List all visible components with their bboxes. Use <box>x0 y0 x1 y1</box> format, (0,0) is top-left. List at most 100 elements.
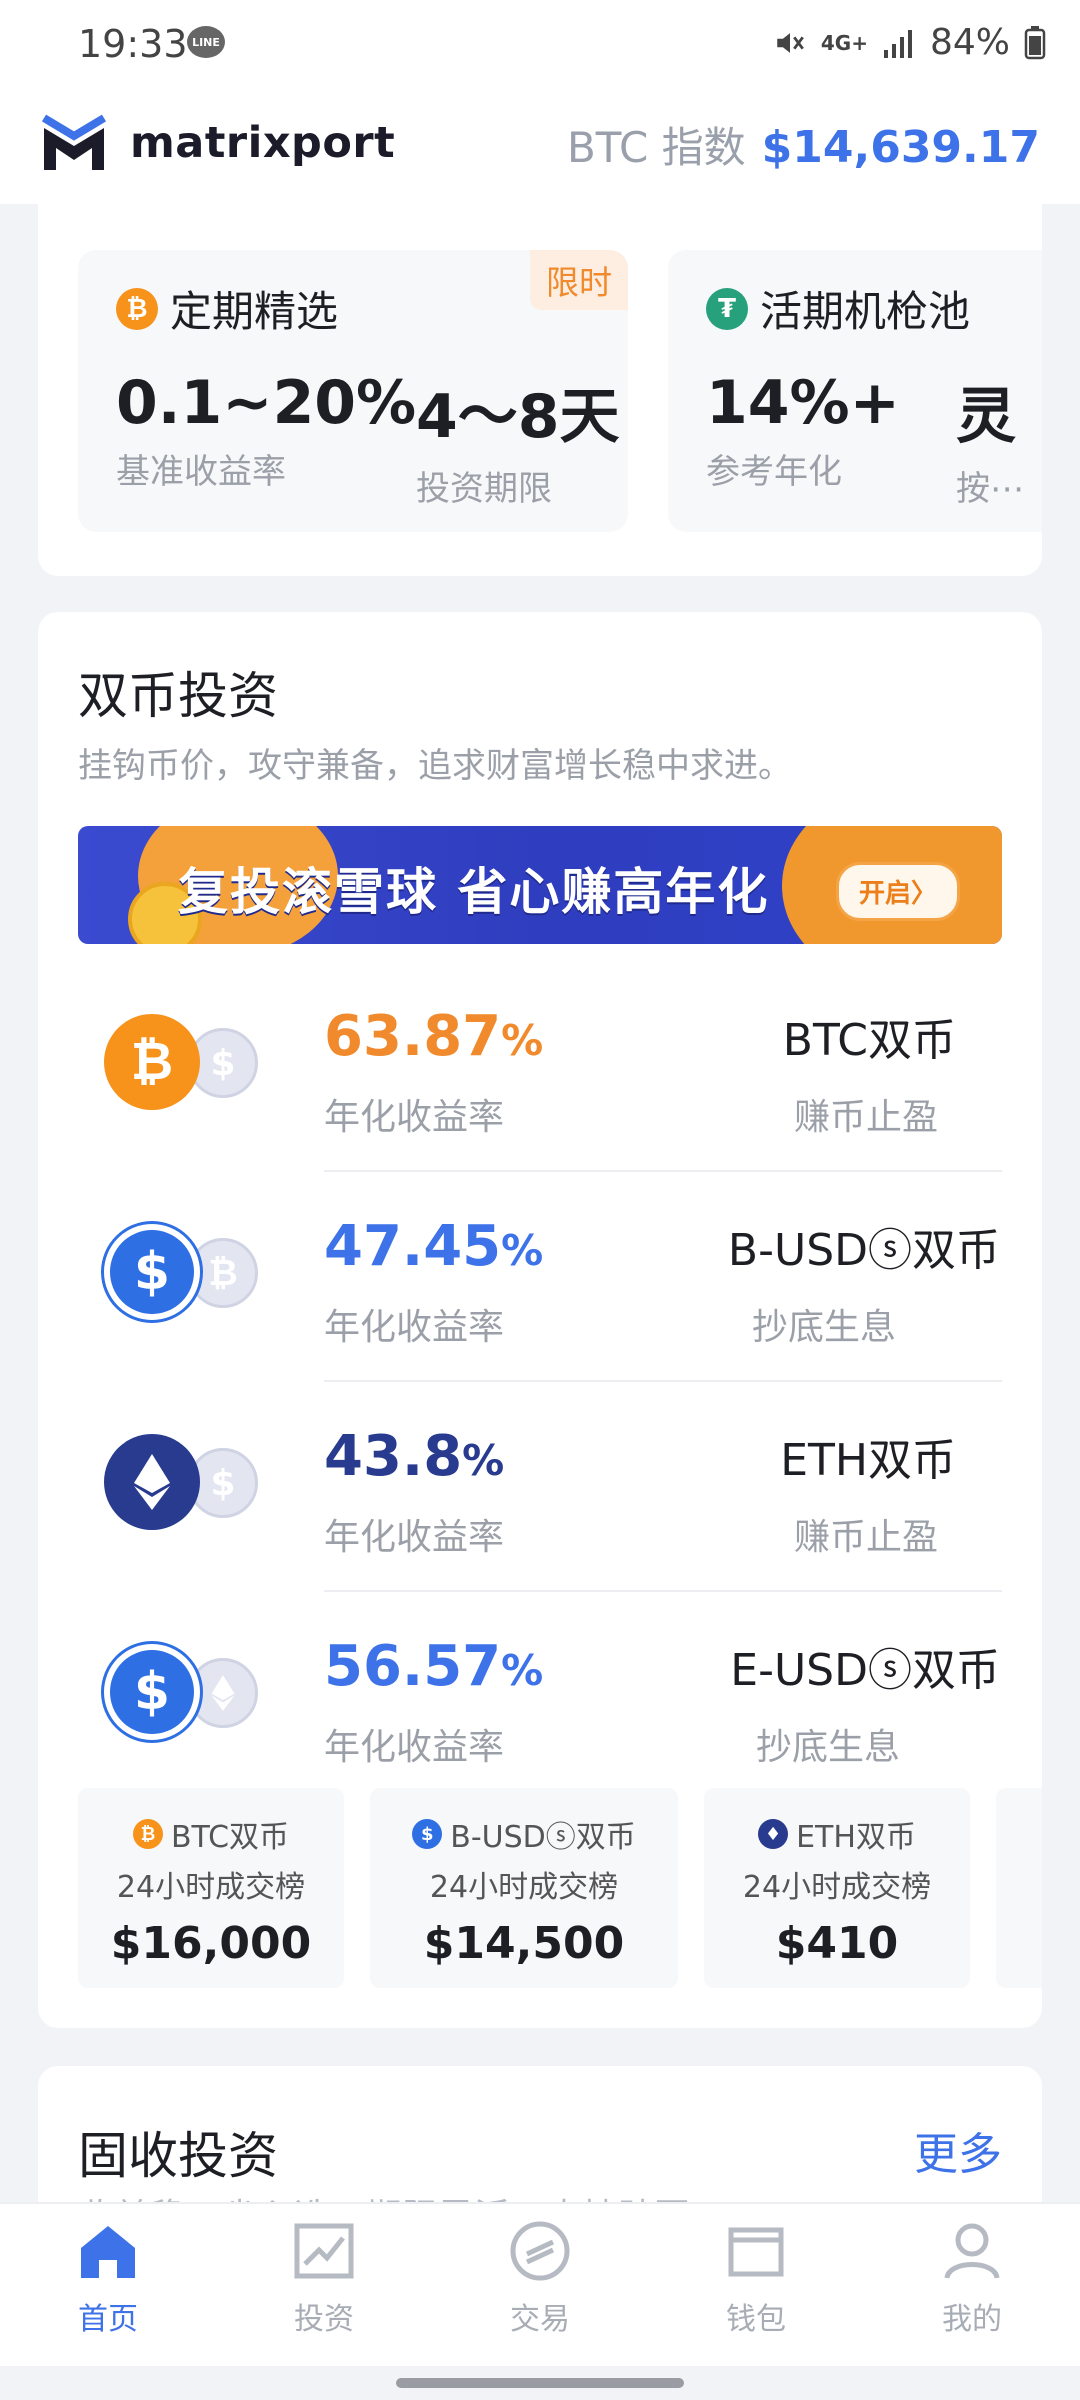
rank-card-b-usd[interactable]: $ B-USDⓢ双币 24小时成交榜 $14,500 <box>370 1788 678 1988</box>
product-stat-term: 4～8天 投资期限 <box>416 368 620 510</box>
btc-index[interactable]: BTC 指数 $14,639.17 <box>567 114 1040 175</box>
matrixport-logo-icon[interactable] <box>38 114 110 180</box>
nav-label: 我的 <box>942 2302 1002 2337</box>
gesture-bar <box>0 2366 1080 2400</box>
stat-value: 0.1~20% <box>116 368 417 438</box>
status-bar: 19:33 LINE 4G+ 84% <box>0 0 1080 92</box>
rank-value: $16,000 <box>110 1918 312 1969</box>
stat-label: 参考年化 <box>706 452 842 492</box>
tether-icon: ₮ <box>706 287 748 330</box>
coin-pair-icons: ₿ $ <box>104 1224 264 1324</box>
nav-label: 交易 <box>510 2302 570 2337</box>
product-name: B-USDⓢ双币 <box>727 1225 1000 1276</box>
annual-rate: 43.8% <box>324 1424 505 1489</box>
banner-open-button[interactable]: 开启〉 <box>836 862 961 921</box>
annual-rate: 47.45% <box>324 1214 544 1279</box>
rank-card-eth[interactable]: ♦ ETH双币 24小时成交榜 $410 <box>704 1788 970 1988</box>
section-title: 双币投资 <box>78 667 278 725</box>
nav-trade[interactable]: 交易 <box>432 2204 648 2366</box>
annual-rate-label: 年化收益率 <box>324 1307 505 1348</box>
bitcoin-icon: ₿ <box>104 1014 200 1110</box>
annual-rate-label: 年化收益率 <box>324 1517 505 1558</box>
trading-rank-carousel[interactable]: ₿ BTC双币 24小时成交榜 $16,000 $ B-USDⓢ双币 24小时成交榜… <box>78 1788 1042 1988</box>
rank-card-partial[interactable] <box>996 1788 1042 1988</box>
brand-name: matrixport <box>130 118 396 168</box>
featured-products-card: 限时 ₿ 定期精选 0.1~20% 基准收益率 4～8天 投资期限 ₮ 活期机枪… <box>38 196 1042 576</box>
product-name: E-USDⓢ双币 <box>730 1645 1000 1696</box>
stat-label: 基准收益率 <box>116 452 286 492</box>
rank-product-name: ETH双币 <box>796 1820 916 1855</box>
nav-label: 钱包 <box>726 2302 786 2337</box>
product-card-flexible-pool[interactable]: ₮ 活期机枪池 14%+ 参考年化 灵 按⋯ <box>668 250 1042 532</box>
dual-currency-card: 双币投资 挂钩币价，攻守兼备，追求财富增长稳中求进。 复投滚雪球 省心赚高年化 … <box>38 612 1042 2028</box>
battery-percent: 84% <box>929 22 1010 63</box>
nav-profile[interactable]: 我的 <box>864 2204 1080 2366</box>
stat-label: 投资期限 <box>416 469 552 509</box>
section-title: 固收投资 <box>78 2127 278 2185</box>
banner-text: 复投滚雪球 省心赚高年化 <box>178 863 770 921</box>
nav-invest[interactable]: 投资 <box>216 2204 432 2366</box>
bitcoin-icon: ₿ <box>116 287 158 330</box>
btc-index-label: BTC 指数 <box>566 123 746 172</box>
product-stat-rate: 14%+ 参考年化 <box>706 368 900 493</box>
nav-wallet[interactable]: 钱包 <box>648 2204 864 2366</box>
bitcoin-icon: ₿ <box>132 1819 163 1849</box>
stat-value: 灵 <box>956 382 1016 452</box>
usdc-icon: $ <box>104 1644 200 1740</box>
home-icon <box>77 2220 139 2286</box>
usdc-icon: $ <box>104 1224 200 1320</box>
product-desc: 赚币止盈 <box>794 1517 939 1558</box>
network-4g-icon: 4G+ <box>820 30 868 55</box>
ethereum-icon <box>104 1434 200 1530</box>
ethereum-icon: ♦ <box>758 1819 789 1849</box>
coin-pair-icons: $ <box>104 1644 264 1744</box>
nav-label: 投资 <box>294 2302 354 2337</box>
coin-pair-icons: $ ₿ <box>104 1014 264 1114</box>
rank-card-btc[interactable]: ₿ BTC双币 24小时成交榜 $16,000 <box>78 1788 344 1988</box>
stat-value: 14%+ <box>706 368 900 438</box>
product-name: ETH双币 <box>780 1435 956 1486</box>
annual-rate-label: 年化收益率 <box>324 1727 505 1768</box>
user-icon <box>941 2220 1003 2286</box>
product-stat-extra: 灵 按⋯ <box>956 368 1024 510</box>
dual-product-row[interactable]: ₿ $ 47.45% 年化收益率 B-USDⓢ双币 抄底生息 <box>78 1172 1002 1382</box>
promo-banner[interactable]: 复投滚雪球 省心赚高年化 开启〉 <box>78 826 1002 944</box>
product-desc: 赚币止盈 <box>794 1097 939 1138</box>
product-name: BTC双币 <box>782 1015 956 1066</box>
section-subtitle: 挂钩币价，攻守兼备，追求财富增长稳中求进。 <box>78 746 792 786</box>
rank-label: 24小时成交榜 <box>742 1870 932 1905</box>
mute-icon <box>773 26 807 60</box>
product-title: 定期精选 <box>170 287 339 336</box>
btc-index-value: $14,639.17 <box>761 122 1040 173</box>
product-desc: 抄底生息 <box>756 1727 901 1768</box>
product-header: ₿ 定期精选 <box>116 278 338 339</box>
nav-label: 首页 <box>78 2302 138 2337</box>
product-card-fixed-selection[interactable]: 限时 ₿ 定期精选 0.1~20% 基准收益率 4～8天 投资期限 <box>78 250 628 532</box>
annual-rate: 56.57% <box>324 1634 544 1699</box>
rank-value: $14,500 <box>423 1918 625 1969</box>
product-desc: 抄底生息 <box>752 1307 897 1348</box>
nav-home[interactable]: 首页 <box>0 2204 216 2366</box>
annual-rate: 63.87% <box>324 1004 544 1069</box>
more-link[interactable]: 更多 <box>914 2118 1002 2182</box>
exchange-icon <box>509 2220 571 2286</box>
dual-product-row[interactable]: $ 56.57% 年化收益率 E-USDⓢ双币 抄底生息 <box>78 1592 1002 1802</box>
rank-product-name: BTC双币 <box>170 1820 290 1855</box>
annual-rate-label: 年化收益率 <box>324 1097 505 1138</box>
usdc-icon: $ <box>412 1819 443 1849</box>
product-header: ₮ 活期机枪池 <box>706 278 970 339</box>
stat-label: 按⋯ <box>956 469 1024 509</box>
line-app-icon: LINE <box>187 26 225 58</box>
product-title: 活期机枪池 <box>760 287 971 336</box>
chart-icon <box>293 2220 355 2286</box>
product-stat-rate: 0.1~20% 基准收益率 <box>116 368 416 493</box>
status-indicators: 4G+ 84% <box>773 22 1046 63</box>
wallet-icon <box>725 2220 787 2286</box>
dual-product-row[interactable]: $ 43.8% 年化收益率 ETH双币 赚币止盈 <box>78 1382 1002 1592</box>
signal-icon <box>882 28 916 58</box>
dual-product-row[interactable]: $ ₿ 63.87% 年化收益率 BTC双币 赚币止盈 <box>78 962 1002 1172</box>
bottom-navigation: 首页 投资 交易 钱包 我的 <box>0 2202 1080 2366</box>
limited-time-badge: 限时 <box>530 250 628 310</box>
home-indicator[interactable] <box>396 2378 684 2388</box>
app-header: matrixport BTC 指数 $14,639.17 <box>0 92 1080 204</box>
